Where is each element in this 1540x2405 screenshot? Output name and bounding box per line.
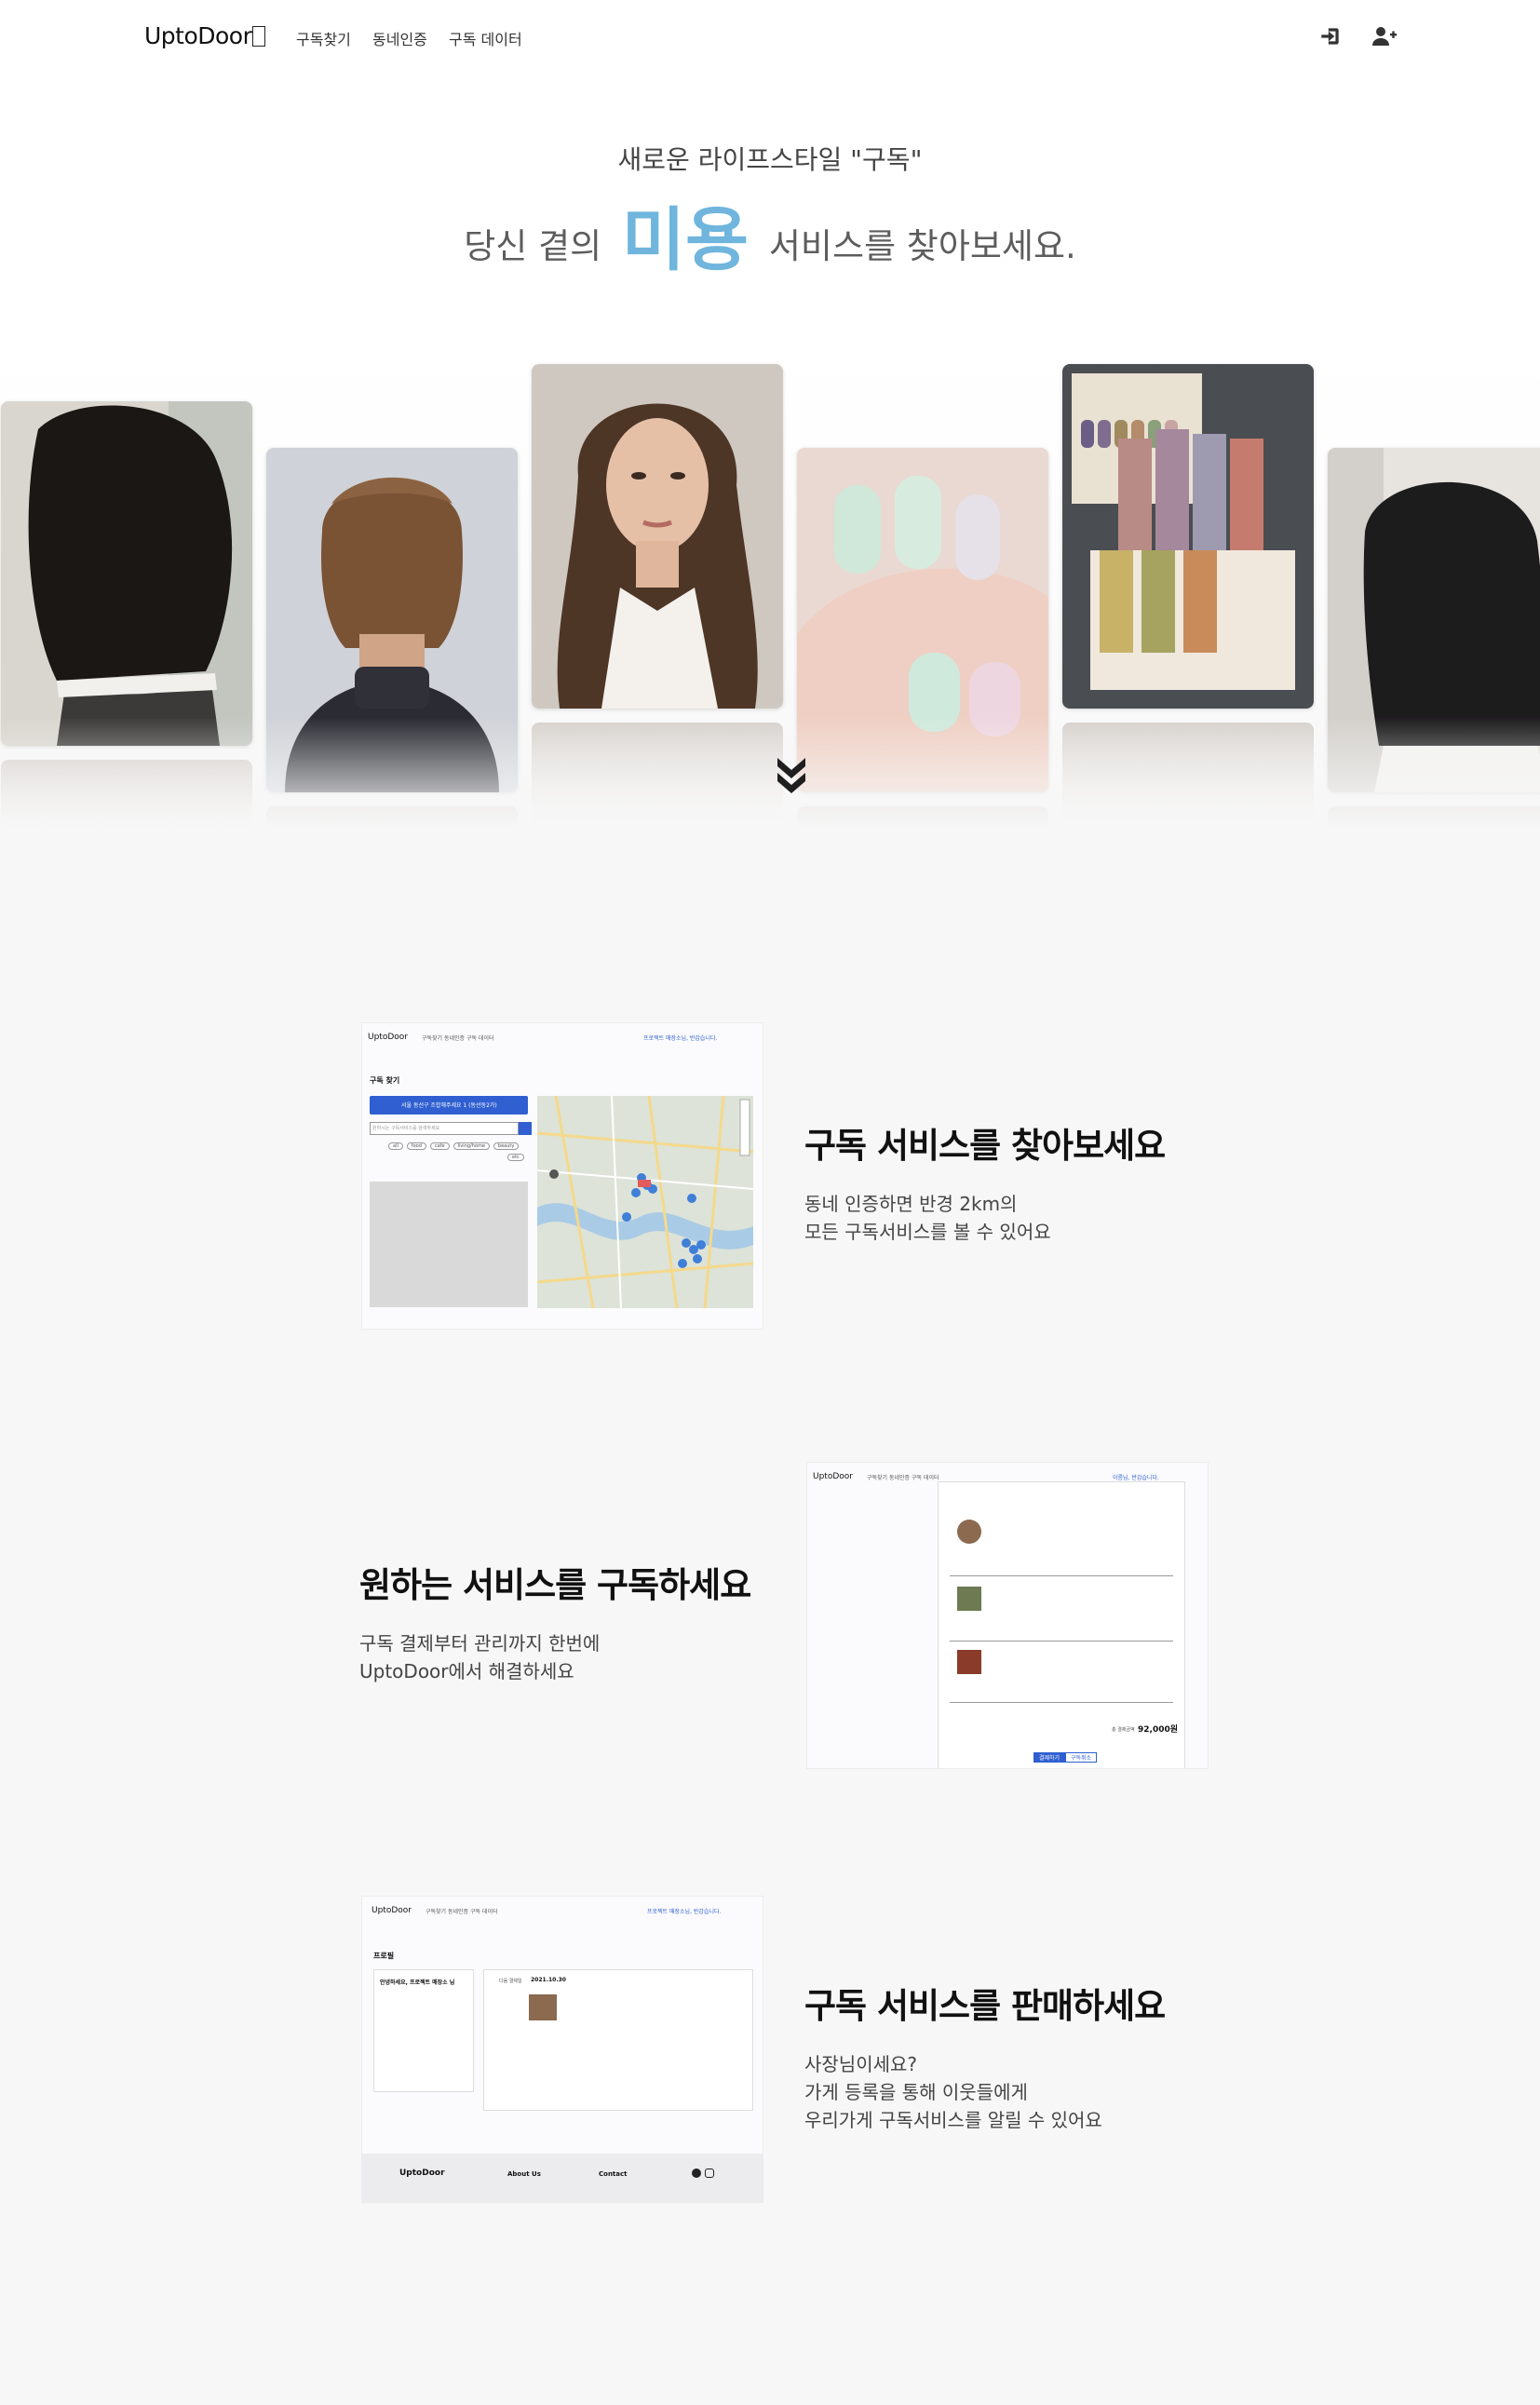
shot1-tag: food: [406, 1142, 426, 1150]
top-navbar: UptoDoor 구독찾기 동네인증 구독 데이터: [0, 0, 1540, 74]
shot2-divider: [950, 1641, 1173, 1642]
gallery-photo-long-hair: [532, 364, 783, 709]
shot1-tag: cafe: [429, 1142, 450, 1150]
feature-description-line: 구독 결제부터 관리까지 한번에: [359, 1632, 601, 1655]
hero-fade-overlay: [0, 717, 1540, 826]
shot1-category-tags: all food cafe living/home beauty: [388, 1142, 520, 1150]
double-chevron-down-icon[interactable]: [775, 754, 808, 795]
shot2-brand: UptoDoor: [813, 1472, 853, 1481]
hero-title-before: 당신 곁의: [464, 226, 602, 266]
screenshot-find-subscription: UptoDoor 구독찾기 동네인증 구독 데이터 프로젝트 매장소님, 반갑습…: [361, 1022, 763, 1330]
screenshot-subscription-cart: UptoDoor 구독찾기 동네인증 구독 데이터 이름님, 반갑습니다. 총 …: [806, 1462, 1209, 1769]
user-plus-icon[interactable]: [1372, 24, 1397, 48]
feature-description-line: 모든 구독서비스를 볼 수 있어요: [804, 1221, 1051, 1243]
shot1-tag: all: [388, 1142, 403, 1150]
shot1-map: [537, 1096, 753, 1308]
shot2-divider: [950, 1702, 1173, 1703]
feature-description-line: 가게 등록을 통해 이웃들에게: [804, 2081, 1028, 2103]
shot1-nav: 구독찾기 동네인증 구독 데이터: [422, 1035, 494, 1042]
shot1-tag: etc: [507, 1154, 524, 1161]
sign-in-icon[interactable]: [1318, 24, 1343, 48]
feature-description: 동네 인증하면 반경 2km의 모든 구독서비스를 볼 수 있어요: [804, 1190, 1165, 1246]
logo-door-icon: [252, 26, 266, 47]
hero-title-after: 서비스를 찾아보세요.: [768, 226, 1076, 266]
shot1-tag: beauty: [493, 1142, 520, 1150]
shot2-total: 92,000원: [1138, 1725, 1179, 1735]
shot3-profile-card: 안녕하세요, 프로젝트 매장소 님: [373, 1969, 474, 2092]
shot2-item-thumb: [957, 1650, 981, 1674]
shot1-user: 프로젝트 매장소님, 반갑습니다.: [643, 1035, 718, 1042]
gallery-photo-nail-polish: [1062, 364, 1314, 709]
brand-text: UptoDoor: [144, 22, 252, 49]
shot3-nav: 구독찾기 동네인증 구독 데이터: [426, 1909, 498, 1915]
hero-subtitle: 새로운 라이프스타일 "구독": [617, 144, 923, 175]
feature-description-line: 우리가게 구독서비스를 알릴 수 있어요: [804, 2109, 1102, 2131]
shot3-heading: 프로필: [373, 1952, 395, 1960]
shot2-cart-panel: 총 결제금액 92,000원 결제하기 구독취소: [938, 1481, 1185, 1768]
github-icon: [692, 2169, 701, 2178]
shot3-footer-contact: Contact: [599, 2170, 628, 2178]
shot1-search-icon: [519, 1122, 532, 1135]
shot1-location-button: 서울 동선구 조합해주세요 1 (동선동2가): [370, 1096, 528, 1115]
shot1-store-list-placeholder: [370, 1182, 528, 1307]
shot1-location-button-label: 서울 동선구 조합해주세요 1 (동선동2가): [401, 1102, 497, 1109]
feature-sell-text: 구독 서비스를 판매하세요 사장님이세요? 가게 등록을 통해 이웃들에게 우리…: [804, 1978, 1166, 2134]
shot2-divider: [950, 1575, 1173, 1576]
shot3-user: 프로젝트 매장소님, 반갑습니다.: [647, 1909, 722, 1915]
shot3-brand: UptoDoor: [371, 1906, 412, 1915]
shot3-footer: UptoDoor About Us Contact: [362, 2154, 763, 2202]
shot3-date: 2021.10.30: [531, 1977, 566, 1983]
shot2-nav: 구독찾기 동네인증 구독 데이터: [867, 1475, 939, 1481]
feature-description: 구독 결제부터 관리까지 한번에 UptoDoor에서 해결하세요: [359, 1629, 750, 1685]
shot3-item-thumb: [529, 1994, 557, 2020]
hero-title-highlight: 미용: [621, 200, 750, 280]
shot3-greeting: 안녕하세요, 프로젝트 매장소 님: [380, 1979, 455, 1986]
feature-subscribe-text: 원하는 서비스를 구독하세요 구독 결제부터 관리까지 한번에 UptoDoor…: [359, 1557, 751, 1685]
nav-link-neighborhood-verify[interactable]: 동네인증: [372, 27, 427, 49]
brand-logo[interactable]: UptoDoor: [144, 22, 266, 49]
shot1-search-placeholder: 원하시는 구독서비스를 검색하세요: [372, 1126, 440, 1131]
shot2-item-thumb: [957, 1520, 981, 1544]
shot2-user: 이름님, 반갑습니다.: [1113, 1475, 1159, 1481]
feature-description-line: 동네 인증하면 반경 2km의: [804, 1193, 1018, 1215]
nav-link-find-subscription[interactable]: 구독찾기: [296, 27, 351, 49]
screenshot-seller-profile: UptoDoor 구독찾기 동네인증 구독 데이터 프로젝트 매장소님, 반갑습…: [361, 1896, 763, 2203]
gallery-photo-bob-haircut: [1, 401, 252, 746]
feature-description-line: 사장님이세요?: [804, 2053, 918, 2075]
shot1-heading: 구독 찾기: [370, 1076, 400, 1085]
shot1-brand: UptoDoor: [368, 1033, 408, 1042]
shot2-total-label: 총 결제금액: [1112, 1727, 1135, 1733]
shot1-tag: living/home: [453, 1142, 490, 1150]
feature-description-line: UptoDoor에서 해결하세요: [359, 1660, 574, 1682]
shot2-cancel-button: 구독취소: [1065, 1752, 1098, 1763]
feature-find-text: 구독 서비스를 찾아보세요 동네 인증하면 반경 2km의 모든 구독서비스를 …: [804, 1117, 1166, 1246]
instagram-icon: [705, 2169, 714, 2178]
shot2-item-thumb: [957, 1587, 981, 1611]
shot3-subscription-card: 다음 결제일 2021.10.30: [483, 1969, 753, 2111]
shot3-date-label: 다음 결제일: [499, 1979, 522, 1984]
feature-title: 원하는 서비스를 구독하세요: [359, 1565, 751, 1605]
feature-title: 구독 서비스를 판매하세요: [804, 1986, 1166, 2026]
feature-description: 사장님이세요? 가게 등록을 통해 이웃들에게 우리가게 구독서비스를 알릴 수…: [804, 2050, 1165, 2134]
shot2-pay-button: 결제하기: [1033, 1752, 1066, 1763]
nav-link-subscription-data[interactable]: 구독 데이터: [449, 27, 522, 49]
feature-title: 구독 서비스를 찾아보세요: [804, 1126, 1166, 1166]
hero-section: 새로운 라이프스타일 "구독" 당신 곁의 미용 서비스를 찾아보세요.: [0, 74, 1540, 826]
shot3-footer-about: About Us: [507, 2170, 541, 2178]
shot1-search-field: 원하시는 구독서비스를 검색하세요: [370, 1122, 519, 1135]
hero-title: 당신 곁의 미용 서비스를 찾아보세요.: [0, 184, 1540, 284]
shot3-footer-brand: UptoDoor: [399, 2169, 445, 2178]
